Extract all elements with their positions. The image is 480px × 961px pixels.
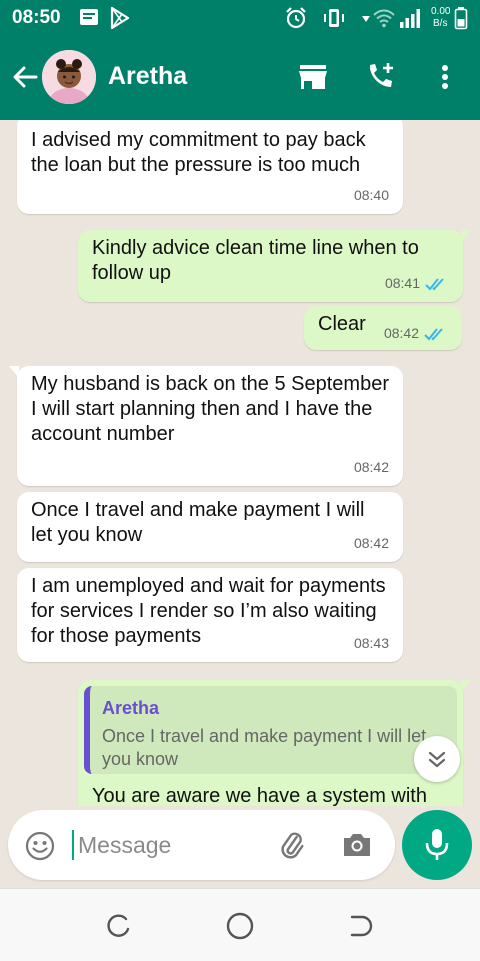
back-arrow-icon[interactable]	[10, 62, 40, 92]
status-time: 08:50	[12, 7, 61, 28]
message-meta: 08:42	[354, 455, 389, 480]
alarm-icon	[286, 7, 306, 29]
message-meta: 08:40	[354, 183, 389, 208]
battery-icon	[454, 7, 468, 30]
bubble-tail	[461, 680, 471, 692]
signal-icon	[400, 9, 420, 28]
net-speed-value: 0.00	[431, 6, 451, 17]
vibrate-icon	[324, 9, 344, 27]
message-text: I am unemployed and wait for payments fo…	[31, 575, 386, 647]
quoted-sender: Aretha	[102, 698, 160, 718]
emoji-icon[interactable]	[24, 830, 56, 862]
message-outgoing[interactable]: Kindly advice clean time line when to fo…	[78, 230, 471, 302]
message-meta: 08:43	[354, 631, 389, 656]
message-text: You are aware we have a system with	[92, 785, 427, 806]
home-icon[interactable]	[224, 910, 256, 942]
message-composer	[8, 810, 395, 880]
store-icon[interactable]	[296, 60, 330, 94]
message-outgoing[interactable]: Clear 08:42	[304, 306, 462, 350]
scroll-to-bottom-button[interactable]	[414, 736, 460, 782]
system-nav-bar	[0, 888, 480, 961]
message-time: 08:43	[353, 635, 389, 651]
message-time: 08:42	[353, 535, 389, 551]
message-time: 08:42	[383, 325, 419, 341]
message-incoming[interactable]: I advised my commitment to pay back the …	[17, 120, 403, 214]
attach-icon[interactable]	[274, 828, 308, 862]
add-call-icon[interactable]	[364, 60, 398, 94]
back-nav-icon[interactable]	[346, 911, 376, 941]
message-time: 08:41	[384, 275, 420, 291]
message-time: 08:42	[353, 459, 389, 475]
message-icon	[80, 9, 98, 25]
avatar[interactable]	[42, 50, 96, 104]
double-chevron-down-icon	[428, 751, 446, 768]
bubble-tail	[9, 366, 19, 378]
message-text: I advised my commitment to pay back the …	[31, 129, 366, 176]
more-vert-icon[interactable]	[432, 60, 458, 94]
chat-header: Aretha	[0, 36, 480, 120]
contact-name[interactable]: Aretha	[108, 62, 187, 91]
wifi-icon	[373, 9, 395, 28]
play-store-icon	[110, 6, 130, 30]
text-caret	[72, 830, 74, 860]
message-meta: 08:42	[354, 531, 389, 556]
message-outgoing-reply[interactable]: Aretha Once I travel and make payment I …	[78, 680, 471, 806]
message-incoming[interactable]: Once I travel and make payment I will le…	[17, 492, 403, 562]
recents-icon[interactable]	[104, 911, 134, 941]
message-text: Once I travel and make payment I will le…	[31, 499, 365, 546]
quoted-text: Once I travel and make payment I will le…	[102, 726, 427, 769]
read-ticks-icon	[425, 277, 444, 290]
data-arrow-icon	[362, 16, 370, 22]
message-text: My husband is back on the 5 September I …	[31, 373, 389, 445]
bubble-tail	[461, 230, 471, 242]
read-ticks-icon	[424, 327, 443, 340]
mic-icon	[425, 829, 449, 860]
message-time: 08:40	[353, 187, 389, 203]
quoted-message[interactable]: Aretha Once I travel and make payment I …	[84, 686, 457, 774]
message-meta: 08:41	[385, 271, 449, 296]
chat-area[interactable]: I advised my commitment to pay back the …	[0, 120, 480, 806]
message-meta: 08:42	[384, 321, 448, 346]
net-speed-unit: B/s	[433, 18, 448, 29]
message-incoming[interactable]: My husband is back on the 5 September I …	[9, 366, 403, 486]
voice-record-button[interactable]	[402, 810, 472, 880]
avatar-image	[42, 50, 96, 104]
message-incoming[interactable]: I am unemployed and wait for payments fo…	[17, 568, 403, 662]
status-bar: 08:50 0.00 B/s	[0, 0, 480, 36]
message-input[interactable]	[78, 826, 268, 864]
camera-icon[interactable]	[340, 829, 374, 861]
